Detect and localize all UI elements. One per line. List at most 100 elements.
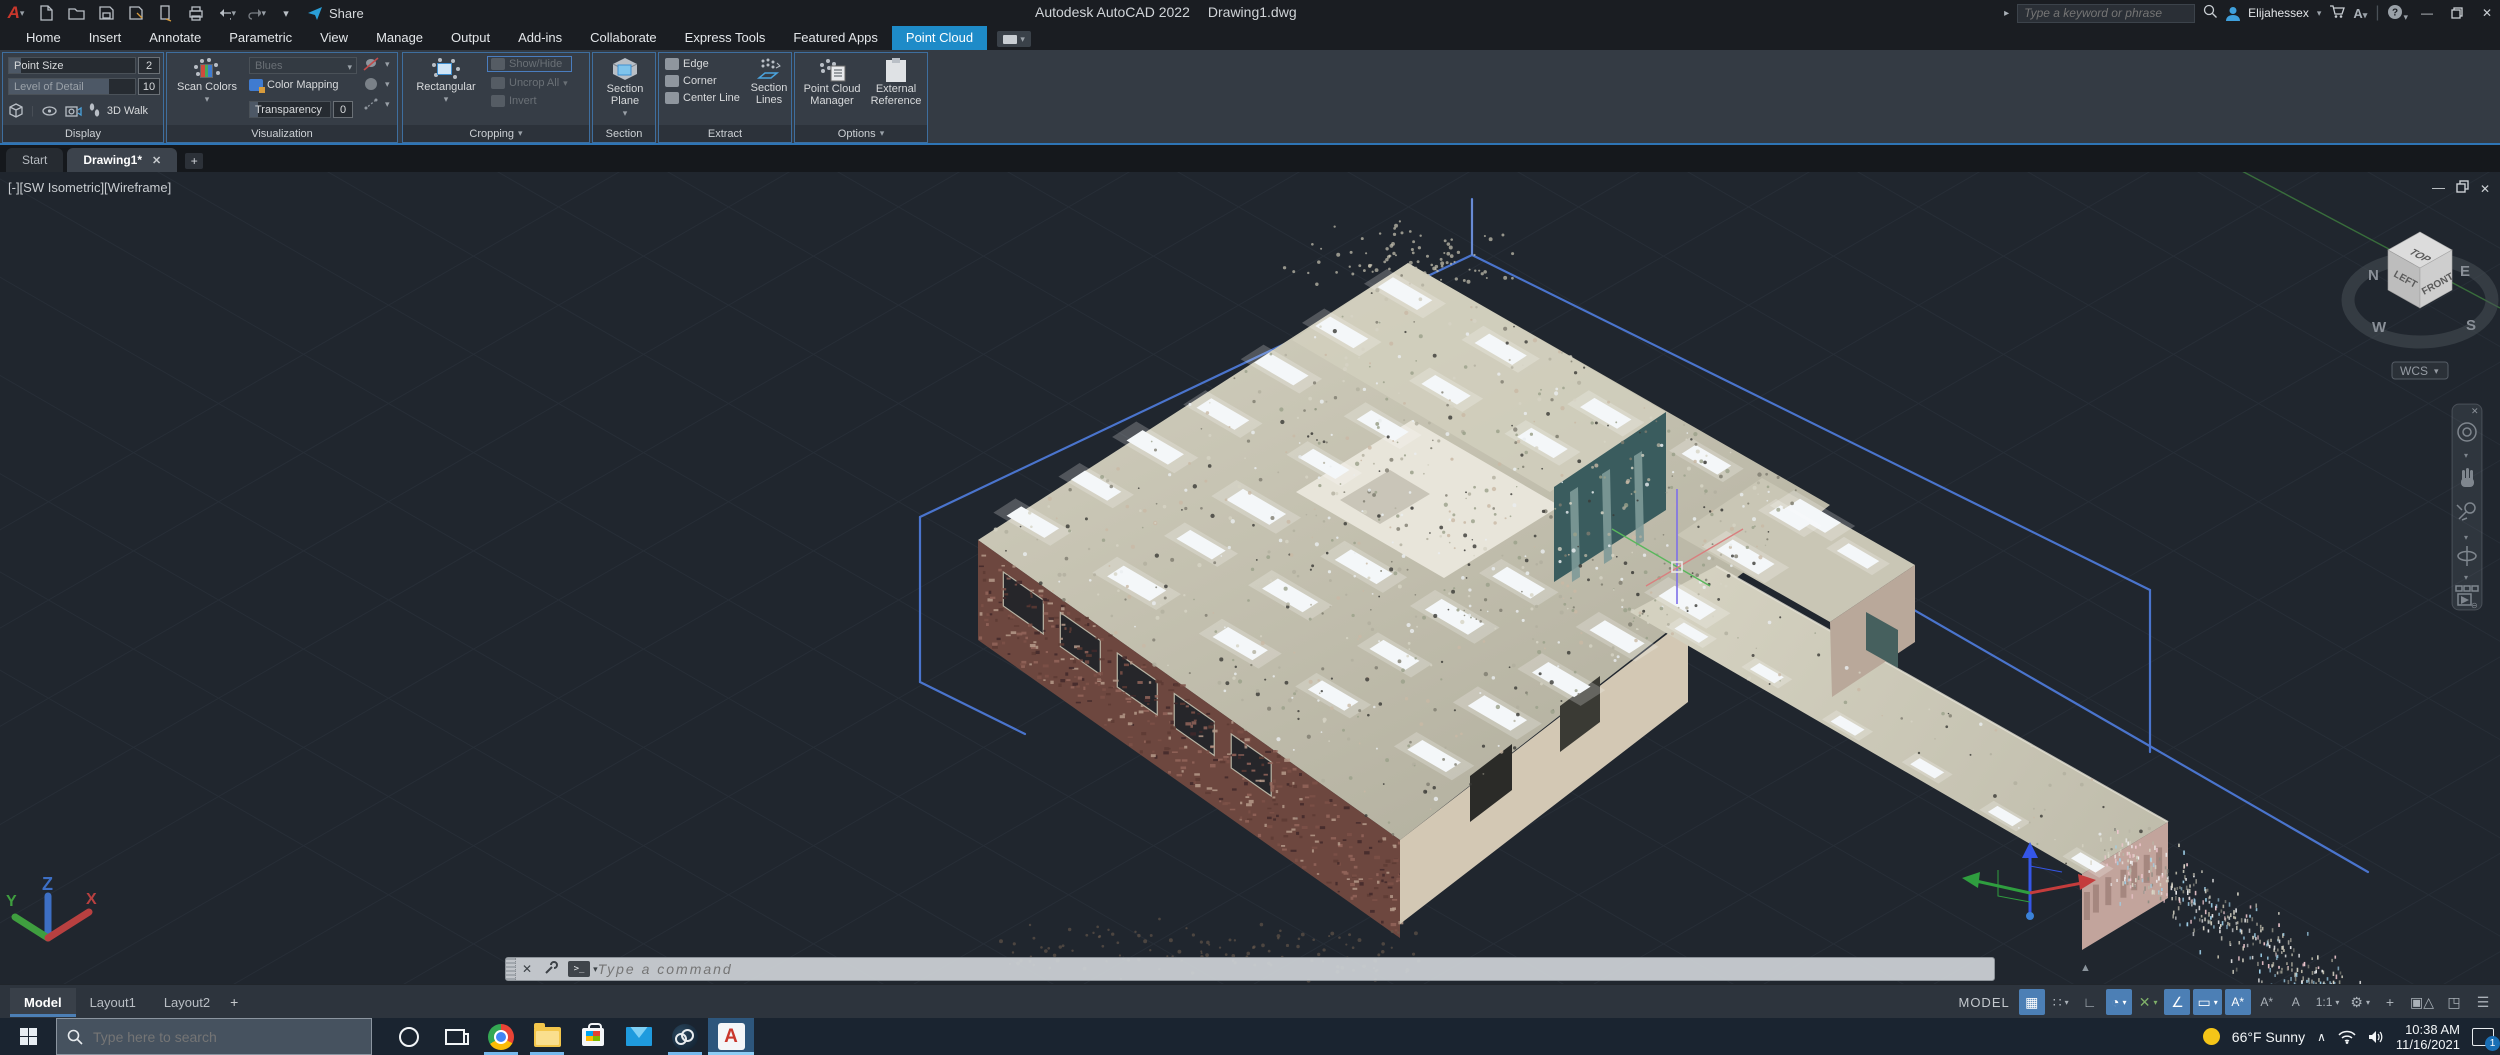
task-view-button[interactable] [432,1018,478,1055]
external-reference-button[interactable]: External Reference [867,57,925,107]
file-explorer-button[interactable] [524,1018,570,1055]
tab-insert[interactable]: Insert [75,26,136,50]
tab-collaborate[interactable]: Collaborate [576,26,671,50]
tab-manage[interactable]: Manage [362,26,437,50]
level-of-detail-value[interactable]: 10 [138,78,160,95]
microsoft-store-button[interactable] [570,1018,616,1055]
autocad-taskbar-button[interactable]: A [708,1018,754,1055]
share-button[interactable]: Share [306,5,364,21]
file-tab-drawing1[interactable]: Drawing1* ✕ [67,148,178,172]
point-size-slider[interactable]: Point Size [8,57,136,74]
weather-text[interactable]: 66°F Sunny [2232,1029,2305,1045]
drawing-viewport[interactable]: [-][SW Isometric][Wireframe] Z Y X N E W S TOP L… [0,172,2500,984]
command-close-icon[interactable]: ✕ [516,962,538,976]
navigation-bar[interactable]: ✕ ▾ ▾ ▾ ⊖ [2451,403,2483,611]
action-center-icon[interactable]: 1 [2472,1027,2500,1051]
user-menu-caret-icon[interactable]: ▾ [2317,8,2322,19]
collapse-arrow-icon[interactable]: ▸ [2004,8,2009,19]
layout-tab-layout1[interactable]: Layout1 [76,988,150,1017]
3d-view-cube-icon[interactable] [8,103,24,118]
redo-icon[interactable]: ▾ [246,3,266,23]
transparency-slider[interactable]: Transparency [249,101,331,118]
tab-home[interactable]: Home [12,26,75,50]
model-space-indicator[interactable]: MODEL [1958,995,2009,1010]
panel-cropping-label[interactable]: Cropping ▾ [403,125,589,142]
app-restore-button[interactable] [2446,4,2468,22]
tab-output[interactable]: Output [437,26,504,50]
sphere-style-button[interactable]: ▾ [363,77,390,91]
chrome-button[interactable] [478,1018,524,1055]
taskbar-clock[interactable]: 10:38 AM 11/16/2021 [2396,1022,2460,1052]
weather-sun-icon[interactable] [2202,1028,2220,1045]
point-style-button[interactable]: ▾ [363,97,390,111]
command-prompt-icon[interactable]: >_ [568,961,591,977]
new-tab-button[interactable]: + [185,153,204,169]
plot-icon[interactable] [186,3,206,23]
object-snap-tracking-toggle[interactable]: ∠ [2164,989,2191,1015]
section-plane-button[interactable]: Section Plane ▾ [597,57,653,119]
uncrop-all-button[interactable]: Uncrop All ▾ [487,76,572,90]
customization-gear-button[interactable]: ⚙ ▾ [2346,989,2374,1015]
ribbon-display-toggle[interactable]: ▾ [997,31,1032,47]
layout-tab-model[interactable]: Model [10,987,76,1017]
mail-button[interactable] [616,1018,662,1055]
panel-extract-label[interactable]: Extract [659,125,791,142]
3d-walk-label[interactable]: 3D Walk [107,105,148,117]
panel-visualization-label[interactable]: Visualization [167,125,397,142]
command-input[interactable] [597,961,1994,977]
invert-crop-button[interactable]: Invert [487,94,572,108]
show-hide-crop-button[interactable]: Show/Hide [487,56,572,72]
export-icon[interactable] [156,3,176,23]
scanner-off-button[interactable]: ▾ [363,57,390,71]
tray-chevron-icon[interactable]: ∧ [2317,1030,2326,1044]
command-bar-grip[interactable] [506,958,516,980]
customization-menu-button[interactable]: ☰ [2470,989,2496,1015]
wifi-icon[interactable] [2338,1030,2356,1044]
extract-center-line-button[interactable]: Center Line [665,92,740,104]
tab-add-ins[interactable]: Add-ins [504,26,576,50]
extract-corner-button[interactable]: Corner [665,75,740,87]
panel-section-label[interactable]: Section [593,125,655,142]
wcs-button[interactable]: WCS ▾ [2391,361,2449,380]
tab-annotate[interactable]: Annotate [135,26,215,50]
transparency-value[interactable]: 0 [333,101,353,118]
close-tab-icon[interactable]: ✕ [152,154,161,167]
color-scheme-dropdown[interactable]: Blues ▾ [249,57,357,74]
search-icon[interactable] [2203,4,2218,22]
isometric-drafting-toggle[interactable]: ✕ ▾ [2135,989,2162,1015]
panel-display-label[interactable]: Display [3,125,163,142]
level-of-detail-slider[interactable]: Level of Detail [8,78,136,95]
polar-tracking-toggle[interactable]: ◔ ▾ [2105,989,2132,1015]
new-file-icon[interactable] [36,3,56,23]
view-cube[interactable]: N EW STOPLEFT FRONT [2341,231,2499,349]
tab-express-tools[interactable]: Express Tools [671,26,780,50]
tab-featured-apps[interactable]: Featured Apps [779,26,892,50]
isolate-objects-button[interactable]: ▣△ [2406,989,2438,1015]
viewport-canvas[interactable]: ZY XN EW STOPLEFT FRONTWCS ▾✕▾▾▾⊖— ✕ [0,172,2500,984]
tab-point-cloud[interactable]: Point Cloud [891,26,988,50]
annotation-scale-icon[interactable]: A [2283,989,2309,1015]
open-file-icon[interactable] [66,3,86,23]
snap-toggle[interactable]: ∷ ▾ [2048,989,2074,1015]
signed-in-user[interactable]: Elijahessex [2248,6,2309,20]
steam-button[interactable] [662,1018,708,1055]
user-avatar-icon[interactable] [2226,6,2241,21]
orbit-icon[interactable] [41,103,58,118]
app-store-icon[interactable]: A▾ [2353,6,2367,21]
undo-icon[interactable]: ▾ [216,3,236,23]
keyword-search-input[interactable] [2017,3,2196,23]
save-as-icon[interactable] [126,3,146,23]
viewport-controls-label[interactable]: [-][SW Isometric][Wireframe] [8,180,171,195]
command-line-bar[interactable]: ✕ >_ ▾ [505,957,1995,981]
pan-icon[interactable] [2461,468,2474,487]
3d-walk-icon[interactable] [89,103,100,118]
rectangular-crop-button[interactable]: Rectangular ▾ [413,57,479,105]
annotation-autoscale-toggle[interactable]: A* [2254,989,2280,1015]
ortho-toggle[interactable]: ∟ [2077,989,2103,1015]
crosshair-size-button[interactable]: + [2377,989,2403,1015]
object-snap-toggle[interactable]: ▭ ▾ [2193,989,2222,1015]
start-button[interactable] [0,1018,56,1055]
new-layout-button[interactable]: + [230,994,238,1010]
taskbar-search-input[interactable] [93,1028,361,1045]
color-mapping-button[interactable]: Color Mapping [249,79,339,93]
